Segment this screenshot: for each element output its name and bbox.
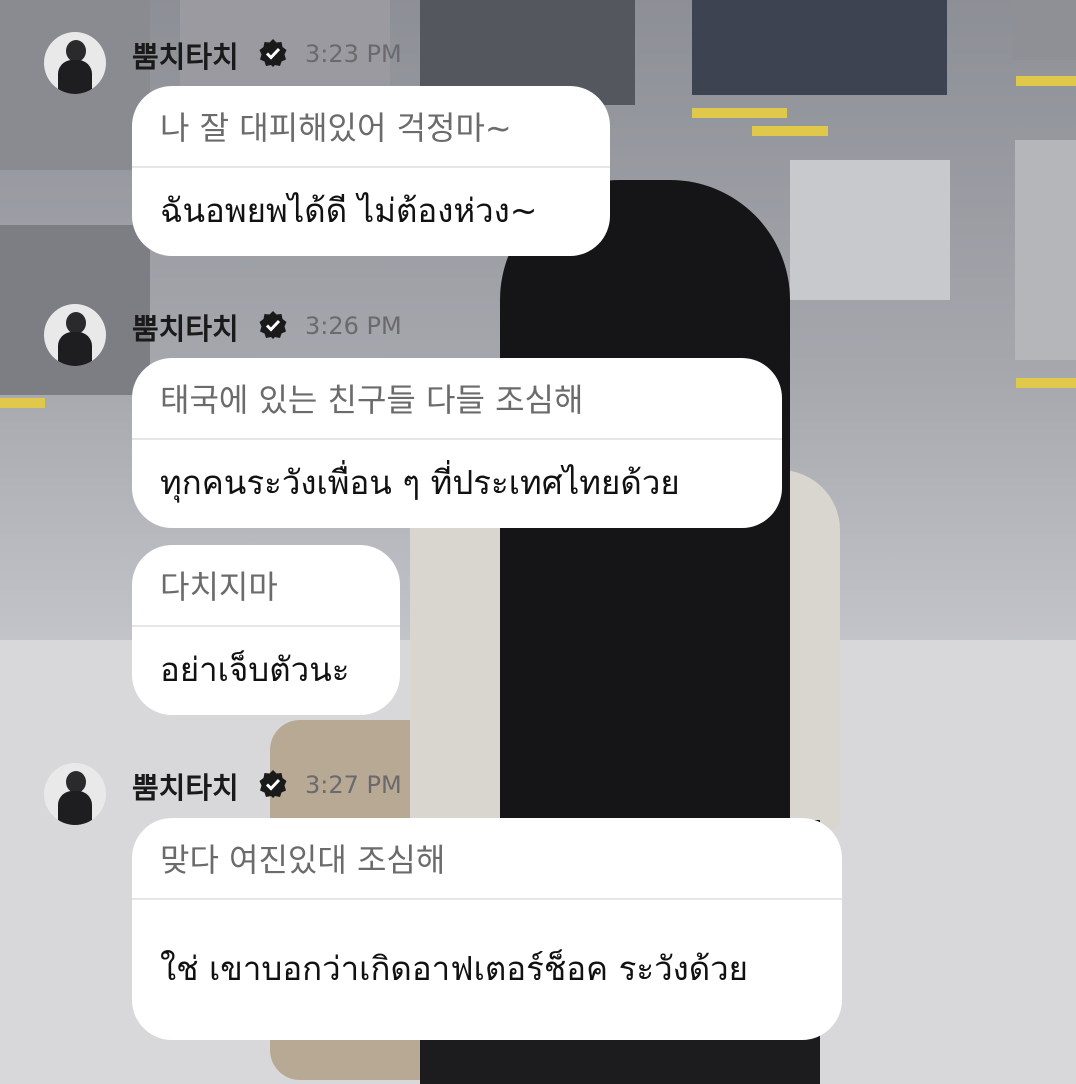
message-time: 3:27 PM	[305, 771, 402, 799]
verified-check-icon	[258, 310, 288, 340]
original-text: 태국에 있는 친구들 다들 조심해	[160, 381, 584, 419]
bg-poster	[692, 0, 947, 95]
sender-name[interactable]: 뿜치타치	[132, 34, 239, 76]
sender-name[interactable]: 뿜치타치	[132, 306, 239, 348]
bg-label	[0, 398, 45, 408]
bg-poster	[1012, 0, 1076, 60]
translated-text: ฉันอพยพได้ดี ไม่ต้องห่วง~	[160, 191, 538, 230]
message-bubble[interactable]: 맞다 여진있대 조심해 ใช่ เขาบอกว่าเกิดอาฟเตอร์ช็อ…	[132, 818, 842, 1040]
avatar[interactable]	[44, 32, 106, 94]
avatar-head	[66, 40, 86, 62]
avatar[interactable]	[44, 304, 106, 366]
original-text: 다치지마	[160, 568, 278, 606]
message-time: 3:26 PM	[305, 312, 402, 340]
avatar-body	[58, 791, 92, 825]
translated-text: ใช่ เขาบอกว่าเกิดอาฟเตอร์ช็อค ระวังด้วย	[160, 949, 749, 988]
message-bubble[interactable]: 나 잘 대피해있어 걱정마~ ฉันอพยพได้ดี ไม่ต้องห่วง~	[132, 86, 610, 256]
bg-label	[1016, 378, 1076, 388]
bg-label	[1016, 76, 1076, 86]
avatar-body	[58, 332, 92, 366]
avatar-head	[66, 312, 86, 334]
verified-check-icon	[258, 38, 288, 68]
bg-paper	[790, 160, 950, 300]
avatar[interactable]	[44, 763, 106, 825]
bg-label	[692, 108, 787, 118]
message-time: 3:23 PM	[305, 40, 402, 68]
original-text: 맞다 여진있대 조심해	[160, 841, 446, 879]
message-bubble[interactable]: 다치지마 อย่าเจ็บตัวนะ	[132, 545, 400, 715]
sender-name[interactable]: 뿜치타치	[132, 765, 239, 807]
bg-label	[752, 126, 828, 136]
avatar-body	[58, 60, 92, 94]
verified-check-icon	[258, 769, 288, 799]
avatar-head	[66, 771, 86, 793]
translated-text: อย่าเจ็บตัวนะ	[160, 650, 350, 689]
message-bubble[interactable]: 태국에 있는 친구들 다들 조심해 ทุกคนระวังเพื่อน ๆ ที่…	[132, 358, 782, 528]
translated-text: ทุกคนระวังเพื่อน ๆ ที่ประเทศไทยด้วย	[160, 463, 680, 502]
bg-paper	[1015, 140, 1076, 360]
original-text: 나 잘 대피해있어 걱정마~	[160, 109, 512, 147]
